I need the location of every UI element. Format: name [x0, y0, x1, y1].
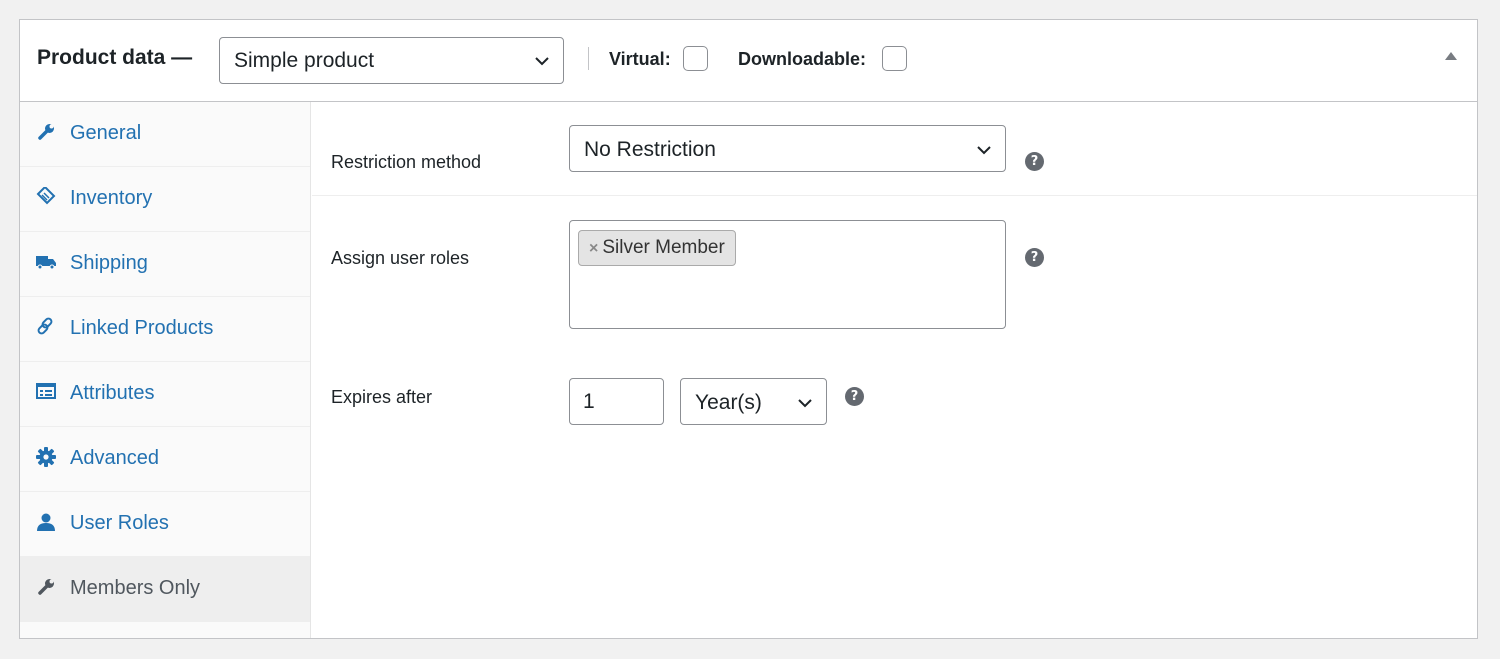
link-icon — [37, 317, 53, 335]
panel-title: Product data — — [37, 46, 193, 69]
header-divider — [588, 47, 589, 70]
restriction-method-value: No Restriction — [584, 138, 716, 161]
list-icon — [36, 383, 56, 399]
remove-tag-icon[interactable]: × — [589, 240, 598, 257]
restriction-method-select[interactable]: No Restriction — [569, 125, 1006, 172]
expires-after-label: Expires after — [331, 387, 433, 407]
expires-unit-select[interactable]: Year(s) — [680, 378, 827, 425]
tab-linked-products-label: Linked Products — [70, 317, 214, 339]
virtual-label: Virtual: — [609, 49, 671, 69]
role-tag: × Silver Member — [578, 230, 736, 266]
help-icon[interactable]: ? — [1025, 248, 1044, 267]
product-type-select[interactable]: Simple product — [219, 37, 564, 84]
downloadable-label: Downloadable: — [738, 49, 867, 69]
collapse-triangle-icon[interactable] — [1444, 49, 1458, 63]
restriction-method-label: Restriction method — [331, 152, 482, 172]
assign-user-roles-label: Assign user roles — [331, 248, 470, 268]
user-icon — [37, 513, 55, 531]
tab-members-only[interactable]: Members Only — [20, 557, 310, 622]
tab-inventory[interactable]: Inventory — [20, 167, 310, 232]
chevron-down-icon — [798, 399, 812, 408]
tab-user-roles[interactable]: User Roles — [20, 492, 310, 557]
product-data-panel: Product data — Simple product Virtual: D… — [19, 19, 1478, 639]
tab-advanced[interactable]: Advanced — [20, 427, 310, 492]
expires-after-input[interactable] — [569, 378, 664, 425]
tag-icon — [36, 187, 56, 205]
tab-general-label: General — [70, 122, 142, 144]
field-divider — [312, 195, 1477, 196]
truck-icon — [36, 256, 56, 270]
expires-unit-value: Year(s) — [695, 391, 762, 414]
role-tag-label: Silver Member — [602, 237, 725, 258]
help-icon[interactable]: ? — [1025, 152, 1044, 171]
tab-shipping-label: Shipping — [70, 252, 148, 274]
help-icon[interactable]: ? — [845, 387, 864, 406]
tab-shipping[interactable]: Shipping — [20, 232, 310, 297]
tab-attributes[interactable]: Attributes — [20, 362, 310, 427]
tab-general[interactable]: General — [20, 102, 310, 167]
tab-attributes-label: Attributes — [70, 382, 155, 404]
chevron-down-icon — [977, 146, 991, 155]
tab-members-only-label: Members Only — [70, 577, 201, 599]
tab-advanced-label: Advanced — [70, 447, 159, 469]
product-type-value: Simple product — [234, 49, 375, 72]
tab-inventory-label: Inventory — [70, 187, 153, 209]
product-data-header: Product data — Simple product Virtual: D… — [20, 20, 1477, 102]
chevron-down-icon — [535, 57, 549, 66]
tab-linked-products[interactable]: Linked Products — [20, 297, 310, 362]
tab-user-roles-label: User Roles — [70, 512, 169, 534]
wrench-icon — [38, 579, 54, 595]
virtual-checkbox[interactable] — [683, 46, 708, 71]
downloadable-checkbox[interactable] — [882, 46, 907, 71]
product-data-tabs: General Inventory Shipping Linked Produc… — [20, 102, 311, 638]
wrench-icon — [38, 124, 54, 140]
members-only-panel: Restriction method No Restriction ? Assi… — [312, 102, 1477, 638]
user-roles-multiselect[interactable]: × Silver Member — [569, 220, 1006, 329]
gear-icon — [36, 447, 56, 467]
